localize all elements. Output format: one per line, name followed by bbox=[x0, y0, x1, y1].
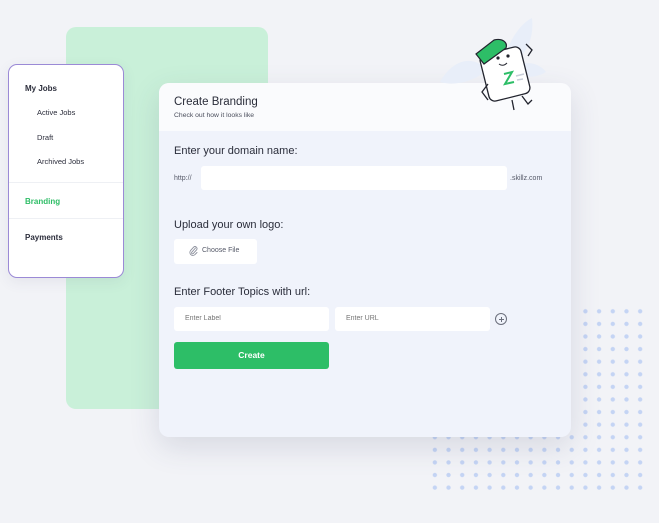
choose-file-label: Choose File bbox=[202, 247, 240, 254]
sidebar: My Jobs Active Jobs Draft Archived Jobs … bbox=[8, 64, 124, 278]
domain-label: Enter your domain name: bbox=[174, 145, 298, 157]
sidebar-divider bbox=[9, 218, 123, 219]
choose-file-button[interactable]: Choose File bbox=[174, 239, 257, 264]
sidebar-item-archived-jobs[interactable]: Archived Jobs bbox=[37, 157, 84, 166]
footer-label-input[interactable] bbox=[174, 307, 329, 331]
create-branding-card: Create Branding Check out how it looks l… bbox=[159, 83, 571, 437]
create-button[interactable]: Create bbox=[174, 342, 329, 369]
page-subtitle: Check out how it looks like bbox=[174, 112, 255, 119]
plus-circle-icon[interactable] bbox=[495, 313, 507, 325]
footer-url-input[interactable] bbox=[335, 307, 490, 331]
domain-prefix: http:// bbox=[174, 175, 192, 182]
mascot-illustration bbox=[440, 18, 546, 111]
sidebar-item-my-jobs[interactable]: My Jobs bbox=[25, 84, 57, 93]
sidebar-item-payments[interactable]: Payments bbox=[25, 233, 63, 242]
domain-input[interactable] bbox=[201, 166, 507, 190]
footer-topics-label: Enter Footer Topics with url: bbox=[174, 286, 311, 298]
sidebar-item-branding[interactable]: Branding bbox=[25, 197, 60, 206]
paperclip-icon bbox=[189, 246, 198, 256]
sidebar-divider bbox=[9, 182, 123, 183]
logo-label: Upload your own logo: bbox=[174, 219, 284, 231]
sidebar-item-active-jobs[interactable]: Active Jobs bbox=[37, 108, 75, 117]
sidebar-item-draft[interactable]: Draft bbox=[37, 133, 53, 142]
domain-suffix: .skillz.com bbox=[510, 175, 543, 182]
page-title: Create Branding bbox=[174, 96, 258, 108]
